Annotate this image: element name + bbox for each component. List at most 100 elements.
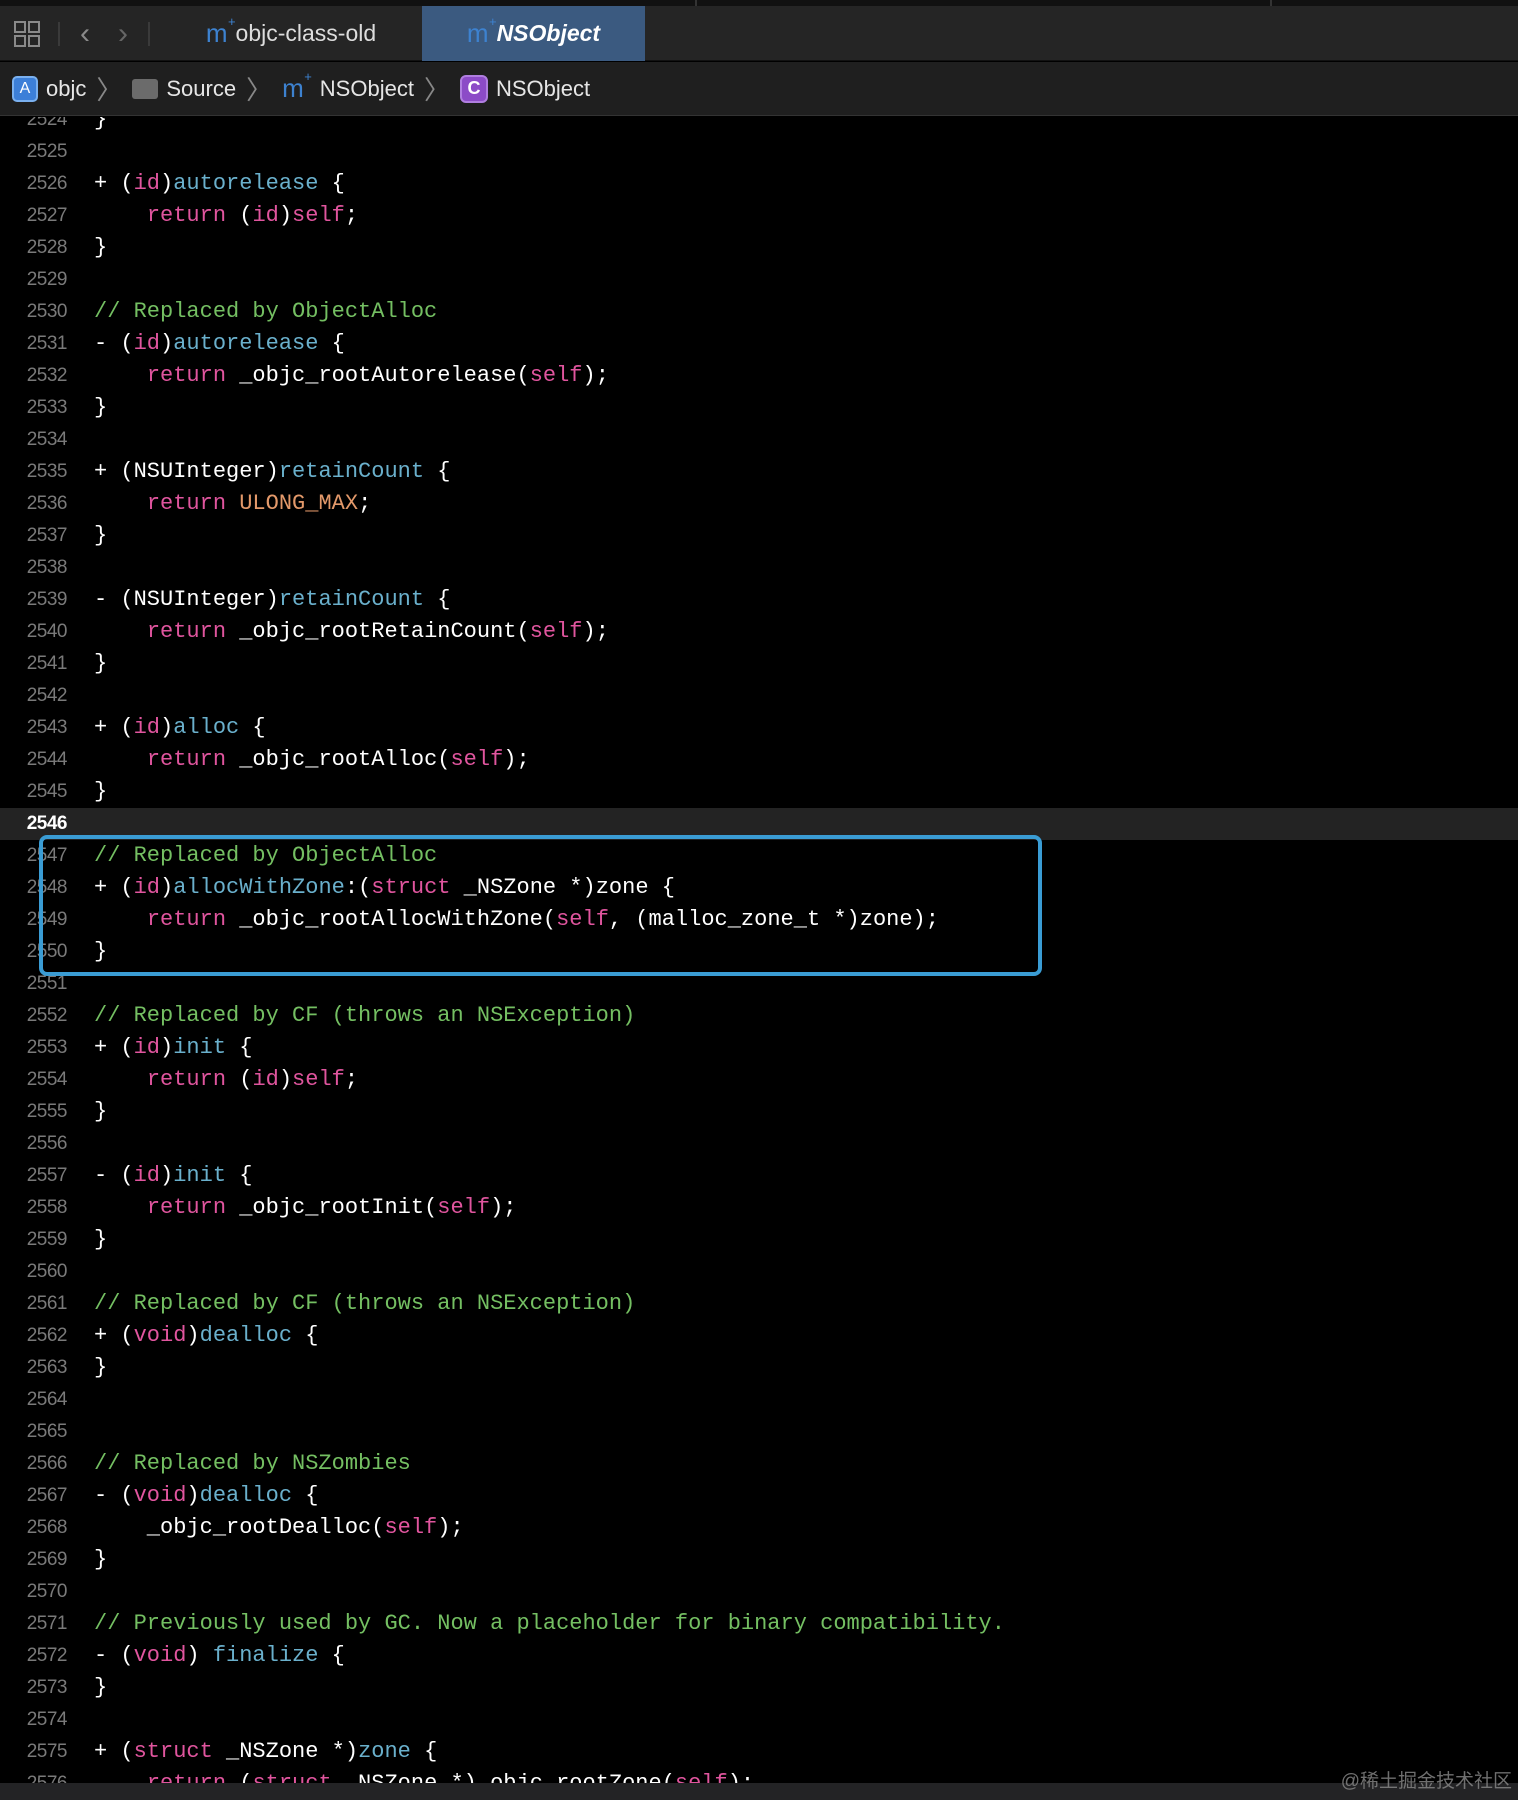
- code-line[interactable]: 2542: [0, 680, 1518, 712]
- code-line[interactable]: 2549 return _objc_rootAllocWithZone(self…: [0, 904, 1518, 936]
- comment-token: // Previously used by GC. Now a placehol…: [94, 1611, 1005, 1636]
- code-line[interactable]: 2569}: [0, 1544, 1518, 1576]
- breadcrumb-item-file[interactable]: NSObject: [320, 76, 414, 102]
- code-line[interactable]: 2533}: [0, 392, 1518, 424]
- objc-file-icon: m +: [466, 14, 497, 48]
- code-line[interactable]: 2529: [0, 264, 1518, 296]
- code-line[interactable]: 2541}: [0, 648, 1518, 680]
- code-line[interactable]: 2527 return (id)self;: [0, 200, 1518, 232]
- code-line[interactable]: 2556: [0, 1128, 1518, 1160]
- code-line[interactable]: 2552 // Replaced by CF (throws an NSExcep…: [0, 1000, 1518, 1032]
- code-line[interactable]: 2565: [0, 1416, 1518, 1448]
- code-line[interactable]: 2571 // Previously used by GC. Now a plac…: [0, 1608, 1518, 1640]
- code-token: _NSZone *)_objc_rootZone(: [332, 1771, 675, 1783]
- tab-label: objc-class-old: [235, 20, 377, 46]
- code-line[interactable]: 2538: [0, 552, 1518, 584]
- line-code: }: [94, 936, 107, 968]
- line-code: }: [94, 392, 107, 424]
- code-token: ): [186, 1323, 200, 1348]
- line-number: 2559: [26, 1229, 68, 1250]
- code-token: );: [437, 1515, 464, 1540]
- code-line[interactable]: 2557 - (id)init {: [0, 1160, 1518, 1192]
- code-line[interactable]: 2531 - (id)autorelease {: [0, 328, 1518, 360]
- code-line[interactable]: 2566 // Replaced by NSZombies: [0, 1448, 1518, 1480]
- code-line[interactable]: 2534: [0, 424, 1518, 456]
- line-number: 2552: [26, 1005, 68, 1026]
- code-line[interactable]: 2526 + (id)autorelease {: [0, 168, 1518, 200]
- code-line[interactable]: 2570: [0, 1576, 1518, 1608]
- breadcrumb-item-class[interactable]: NSObject: [496, 76, 590, 102]
- code-line[interactable]: 2573}: [0, 1672, 1518, 1704]
- method-name-token: allocWithZone: [173, 875, 345, 900]
- code-line[interactable]: 2548 + (id)allocWithZone:(struct _NSZone …: [0, 872, 1518, 904]
- line-code: _objc_rootDealloc(self);: [94, 1512, 464, 1544]
- code-line[interactable]: 2554 return (id)self;: [0, 1064, 1518, 1096]
- code-line[interactable]: 2550}: [0, 936, 1518, 968]
- line-code: return ULONG_MAX;: [94, 488, 371, 520]
- code-line[interactable]: 2535 + (NSUInteger)retainCount {: [0, 456, 1518, 488]
- line-code: // Replaced by ObjectAlloc: [94, 296, 437, 328]
- keyword-token: return: [146, 907, 227, 932]
- code-line[interactable]: 2562 + (void)dealloc {: [0, 1320, 1518, 1352]
- related-items-grid-icon[interactable]: [10, 6, 44, 61]
- code-line[interactable]: 2546: [0, 808, 1518, 840]
- code-line[interactable]: 2575 + (struct _NSZone *)zone {: [0, 1736, 1518, 1768]
- tab-objc-class-old[interactable]: m + objc-class-old: [160, 6, 422, 61]
- keyword-token: id: [133, 171, 161, 196]
- code-line[interactable]: 2551: [0, 968, 1518, 1000]
- breadcrumb-item-source[interactable]: Source: [166, 76, 236, 102]
- code-line[interactable]: 2559}: [0, 1224, 1518, 1256]
- keyword-token: return: [146, 619, 227, 644]
- keyword-token: struct: [252, 1771, 331, 1783]
- code-line[interactable]: 2553 + (id)init {: [0, 1032, 1518, 1064]
- keyword-token: void: [133, 1643, 187, 1668]
- tab-nsobject[interactable]: m + NSObject: [422, 6, 645, 61]
- code-line[interactable]: 2545}: [0, 776, 1518, 808]
- code-line[interactable]: 2532 return _objc_rootAutorelease(self);: [0, 360, 1518, 392]
- line-code: // Replaced by ObjectAlloc: [94, 840, 437, 872]
- code-line[interactable]: 2525: [0, 136, 1518, 168]
- code-line[interactable]: 2563}: [0, 1352, 1518, 1384]
- code-line[interactable]: 2576 return (struct _NSZone *)_objc_root…: [0, 1768, 1518, 1783]
- code-line[interactable]: 2555}: [0, 1096, 1518, 1128]
- code-token: - (: [94, 1483, 134, 1508]
- code-line[interactable]: 2567 - (void)dealloc {: [0, 1480, 1518, 1512]
- code-line[interactable]: 2537}: [0, 520, 1518, 552]
- objc-file-icon: m +: [205, 14, 236, 48]
- code-token: - (: [94, 1643, 134, 1668]
- line-number: 2537: [26, 525, 68, 546]
- back-chevron-icon[interactable]: ‹: [72, 6, 98, 61]
- forward-chevron-icon[interactable]: ›: [110, 6, 136, 61]
- breadcrumb-item-objc[interactable]: objc: [46, 76, 86, 102]
- breadcrumb: A objc 〉 Source 〉 m + NSObject 〉 C NSObje…: [0, 62, 1518, 116]
- line-number: 2563: [26, 1357, 68, 1378]
- code-line[interactable]: 2524}: [0, 117, 1518, 136]
- code-line[interactable]: 2539 - (NSUInteger)retainCount {: [0, 584, 1518, 616]
- code-line[interactable]: 2574: [0, 1704, 1518, 1736]
- code-line[interactable]: 2536 return ULONG_MAX;: [0, 488, 1518, 520]
- code-line[interactable]: 2568 _objc_rootDealloc(self);: [0, 1512, 1518, 1544]
- code-line[interactable]: 2528}: [0, 232, 1518, 264]
- code-token: ): [278, 1067, 293, 1092]
- keyword-token: id: [133, 1163, 161, 1188]
- code-line[interactable]: 2540 return _objc_rootRetainCount(self);: [0, 616, 1518, 648]
- keyword-token: id: [133, 715, 161, 740]
- keyword-token: return: [147, 1771, 226, 1783]
- code-line[interactable]: 2564: [0, 1384, 1518, 1416]
- code-line[interactable]: 2560: [0, 1256, 1518, 1288]
- code-line[interactable]: 2572 - (void) finalize {: [0, 1640, 1518, 1672]
- code-line[interactable]: 2561 // Replaced by CF (throws an NSExcep…: [0, 1288, 1518, 1320]
- code-line[interactable]: 2544 return _objc_rootAlloc(self);: [0, 744, 1518, 776]
- code-line[interactable]: 2530 // Replaced by ObjectAlloc: [0, 296, 1518, 328]
- line-number: 2573: [26, 1677, 68, 1698]
- line-number: 2560: [26, 1261, 68, 1282]
- code-editor[interactable]: 2524} 2525 2526 + (id)autorelease {2527 ret…: [0, 117, 1518, 1783]
- code-line[interactable]: 2543 + (id)alloc {: [0, 712, 1518, 744]
- code-line[interactable]: 2558 return _objc_rootInit(self);: [0, 1192, 1518, 1224]
- line-number: 2554: [26, 1069, 68, 1090]
- code-token: + (: [94, 1035, 134, 1060]
- code-token: {: [318, 331, 345, 356]
- code-line[interactable]: 2547 // Replaced by ObjectAlloc: [0, 840, 1518, 872]
